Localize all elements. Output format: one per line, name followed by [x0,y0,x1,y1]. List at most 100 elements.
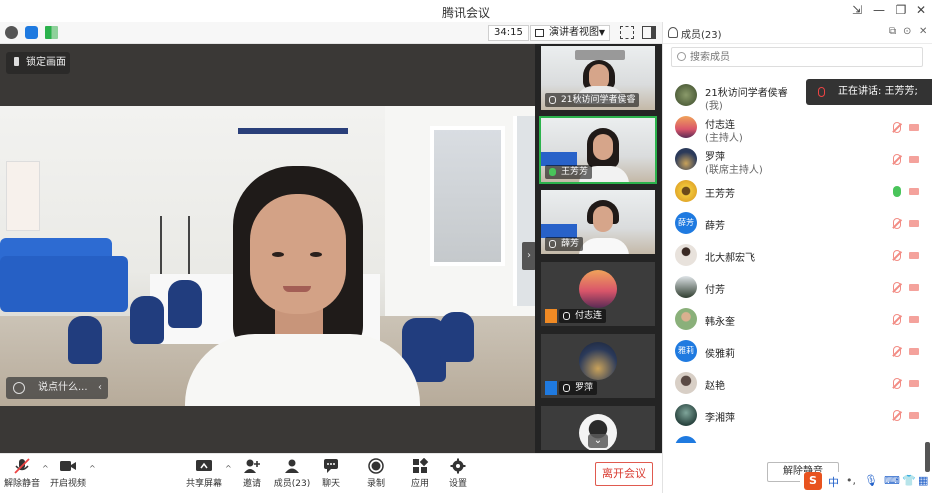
avatar [675,84,697,106]
members-button[interactable]: 成员(23) [272,458,312,489]
invite-button[interactable]: 邀请 [232,458,272,489]
keyboard-icon[interactable]: ⌨ [884,474,900,487]
member-row[interactable]: 赵艳 [663,369,925,399]
avatar [675,276,697,298]
mic-muted-icon[interactable] [893,218,901,229]
info-icon[interactable] [5,26,18,39]
camera-off-icon[interactable] [909,316,919,323]
emoji-icon[interactable] [13,382,25,394]
chat-button[interactable]: 聊天 [311,458,351,489]
close-button[interactable]: ✕ [912,3,930,17]
view-mode-select[interactable]: 演讲者视图 ▼ [530,25,610,41]
popout-icon[interactable]: ⧉ [889,26,896,37]
unmute-button[interactable]: 解除静音 [2,458,42,489]
members-panel-header: 成员(23) ⧉ ⊙ ✕ [663,22,932,44]
members-panel: 成员(23) ⧉ ⊙ ✕ 正在讲话: 王芳芳; 21秋访问学者侯睿 (我) 付志… [662,22,932,493]
avatar [675,308,697,330]
thumbnail-name-label: 王芳芳 [545,165,593,179]
thumbnail-name-label: 薛芳 [545,237,584,251]
search-icon [677,52,686,61]
member-row[interactable]: 雅莉 侯雅莉 [663,337,925,367]
avatar [675,404,697,426]
member-row[interactable]: 北大郝宏飞 [663,241,925,271]
pin-icon[interactable]: ⇲ [848,3,866,17]
mic-icon [818,87,825,97]
collapse-thumbnails-button[interactable]: › [522,242,536,270]
member-row[interactable]: 王芳芳 [663,177,925,207]
close-panel-icon[interactable]: ✕ [919,26,927,37]
avatar [675,244,697,266]
members-panel-title: 成员(23) [681,30,722,41]
camera-off-icon[interactable] [909,284,919,291]
punctuation-icon[interactable]: •, [846,474,856,487]
camera-off-icon[interactable] [909,156,919,163]
camera-off-icon[interactable] [909,220,919,227]
mic-muted-icon[interactable] [893,346,901,357]
apps-button[interactable]: 应用 [400,458,440,489]
camera-off-icon[interactable] [909,252,919,259]
members-scrollbar[interactable] [925,442,930,472]
mic-muted-icon[interactable] [893,154,901,165]
start-video-button[interactable]: 开启视频 [48,458,88,489]
member-row[interactable]: 付志连 (主持人) [663,113,925,144]
sogou-logo-icon[interactable]: S [804,472,822,490]
scroll-down-icon[interactable]: ⌄ [588,434,608,448]
speaker-video [0,106,535,406]
member-row[interactable]: 李湘萍 [663,401,925,431]
pin-icon[interactable]: ⊙ [903,26,911,37]
mic-muted-icon[interactable] [893,410,901,421]
skin-icon[interactable]: 👕 [902,474,916,487]
thumbnail-avatar[interactable]: 付志连 [541,262,655,326]
thumbnail-avatar[interactable]: ⌄ [541,406,655,450]
thumbnail-video[interactable]: 王芳芳 [539,116,657,184]
lock-view-button[interactable]: 锁定画面 [6,52,70,74]
mic-muted-icon[interactable] [893,282,901,293]
avatar [675,372,697,394]
minimize-button[interactable]: — [870,3,888,17]
settings-button[interactable]: 设置 [438,458,478,489]
leave-meeting-button[interactable]: 离开会议 [595,462,653,486]
quick-chat-input[interactable]: 说点什么... ‹ [6,377,108,399]
mic-icon[interactable]: 🎙 [864,474,878,487]
ime-language[interactable]: 中 [828,474,839,490]
toolbox-icon[interactable]: ▦ [918,474,928,487]
members-icon [668,27,678,38]
camera-off-icon[interactable] [909,124,919,131]
camera-off-icon[interactable] [909,188,919,195]
member-row[interactable]: 罗萍 (联席主持人) [663,145,925,176]
thumbnail-video[interactable]: 薛芳 [541,190,655,254]
thumbnail-video[interactable]: 21秋访问学者侯睿 [541,46,655,110]
avatar: 雅莉 [675,340,697,362]
mic-muted-icon[interactable] [893,122,901,133]
record-button[interactable]: 录制 [356,458,396,489]
cohost-badge-icon [545,381,557,395]
mic-muted-icon[interactable] [893,250,901,261]
member-row[interactable]: 付芳 [663,273,925,303]
shield-icon[interactable] [25,26,38,39]
member-row[interactable]: 薛芳 薛芳 [663,209,925,239]
member-row[interactable] [663,433,925,443]
chevron-left-icon[interactable]: ‹ [98,377,102,399]
mic-muted-icon[interactable] [893,378,901,389]
camera-off-icon[interactable] [909,380,919,387]
maximize-button[interactable]: ❐ [892,3,910,17]
avatar [579,342,617,380]
camera-off-icon[interactable] [909,412,919,419]
mic-on-icon[interactable] [893,186,901,197]
lock-view-label: 锁定画面 [26,57,66,68]
share-screen-button[interactable]: 共享屏幕 [184,458,224,489]
camera-off-icon[interactable] [909,348,919,355]
chevron-up-icon[interactable]: ^ [89,464,96,473]
bottom-toolbar: 解除静音 ^ 开启视频 ^ 共享屏幕 ^ 邀请 成员(23) 聊天 录制 应用 … [0,453,662,493]
member-row[interactable]: 韩永奎 [663,305,925,335]
signal-icon[interactable] [45,26,58,39]
member-search[interactable] [671,47,923,67]
mic-muted-icon[interactable] [893,314,901,325]
thumbnail-avatar[interactable]: 罗萍 [541,334,655,398]
fullscreen-icon[interactable] [620,26,634,39]
member-search-input[interactable] [690,50,915,64]
title-bar: 腾讯会议 ⇲ — ❐ ✕ [0,0,932,22]
camera-icon [60,461,76,471]
sidebar-toggle-icon[interactable] [642,26,656,39]
chevron-up-icon[interactable]: ^ [225,464,232,473]
